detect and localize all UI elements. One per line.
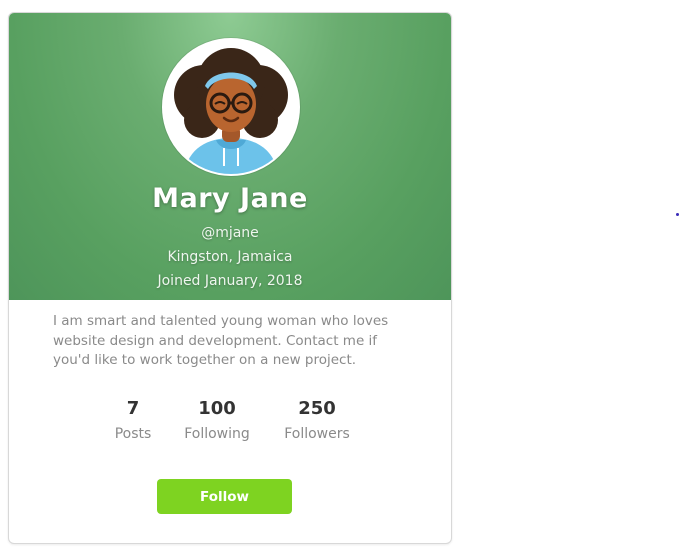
stat-followers: 250 Followers xyxy=(273,397,361,444)
avatar xyxy=(162,38,300,176)
profile-location: Kingston, Jamaica xyxy=(167,249,293,265)
stat-following-label: Following xyxy=(184,426,250,442)
profile-header: Mary Jane @mjane Kingston, Jamaica Joine… xyxy=(9,13,451,300)
stat-following-value: 100 xyxy=(198,398,236,419)
profile-card: Mary Jane @mjane Kingston, Jamaica Joine… xyxy=(8,12,452,544)
profile-handle: @mjane xyxy=(201,225,259,241)
woman-with-glasses-avatar xyxy=(164,40,298,174)
stat-following: 100 Following xyxy=(177,397,257,444)
follow-button[interactable]: Follow xyxy=(157,479,292,514)
stat-followers-label: Followers xyxy=(284,426,350,442)
decorative-dot xyxy=(676,213,679,216)
profile-joined-date: Joined January, 2018 xyxy=(157,273,303,289)
profile-name: Mary Jane xyxy=(152,183,308,214)
profile-bio: I am smart and talented young woman who … xyxy=(53,313,389,368)
stat-followers-value: 250 xyxy=(298,398,336,419)
stat-posts-value: 7 xyxy=(126,398,140,419)
stat-posts-label: Posts xyxy=(114,426,152,442)
stat-posts: 7 Posts xyxy=(103,397,163,444)
